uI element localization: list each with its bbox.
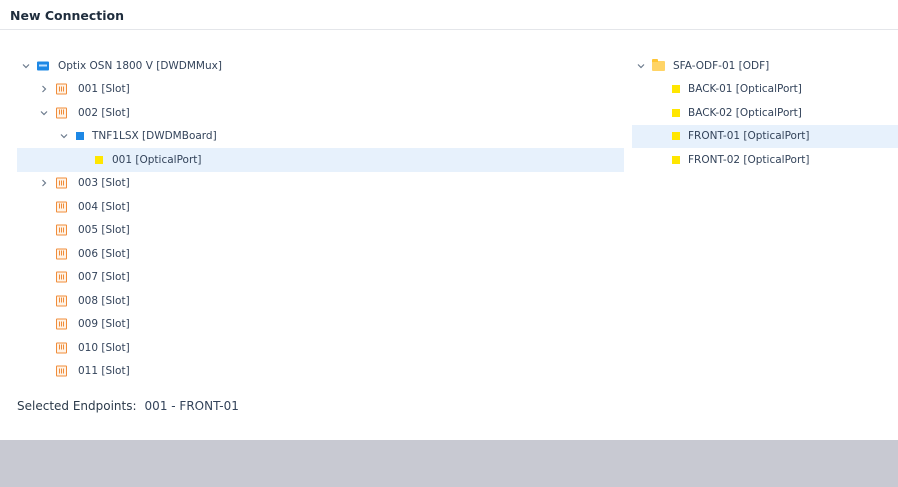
tree-node-slot[interactable]: 010 [Slot] xyxy=(17,336,624,360)
slot-icon xyxy=(56,177,67,189)
slot-icon xyxy=(56,342,67,354)
tree-node-slot[interactable]: 008 [Slot] xyxy=(17,289,624,313)
tree-node-label: 004 [Slot] xyxy=(78,200,130,213)
chevron-down-icon[interactable] xyxy=(39,108,49,118)
tree-node-label: 002 [Slot] xyxy=(78,106,130,119)
port-icon xyxy=(672,155,680,164)
tree-node-slot[interactable]: 005 [Slot] xyxy=(17,219,624,243)
tree-node-label: FRONT-01 [OpticalPort] xyxy=(688,130,810,143)
tree-node-slot[interactable]: 011 [Slot] xyxy=(17,360,624,384)
slot-icon xyxy=(56,271,67,283)
tree-node-slot[interactable]: 006 [Slot] xyxy=(17,242,624,266)
port-icon xyxy=(95,155,103,164)
tree-node-label: 009 [Slot] xyxy=(78,318,130,331)
tree-node-label: 007 [Slot] xyxy=(78,271,130,284)
slot-icon xyxy=(56,248,67,260)
slot-icon xyxy=(56,201,67,213)
tree-node-label: TNF1LSX [DWDMBoard] xyxy=(92,130,217,143)
left-device-tree[interactable]: Optix OSN 1800 V [DWDMMux] 001 [Slot] 00… xyxy=(17,54,624,389)
port-icon xyxy=(672,85,680,94)
tree-node-label: BACK-02 [OpticalPort] xyxy=(688,106,802,119)
tree-node-slot[interactable]: 004 [Slot] xyxy=(17,195,624,219)
tree-node-label: 001 [Slot] xyxy=(78,83,130,96)
selected-endpoints-label: Selected Endpoints: xyxy=(17,399,137,413)
tree-node-label: 008 [Slot] xyxy=(78,294,130,307)
chevron-right-icon[interactable] xyxy=(39,84,49,94)
tree-node-port-selected[interactable]: FRONT-01 [OpticalPort] xyxy=(632,124,898,148)
tree-node-slot[interactable]: 007 [Slot] xyxy=(17,266,624,290)
tree-node-label: 006 [Slot] xyxy=(78,247,130,260)
tree-node-slot-partial[interactable] xyxy=(17,383,624,389)
tree-node-port[interactable]: BACK-02 [OpticalPort] xyxy=(632,101,898,125)
tree-node-slot[interactable]: 009 [Slot] xyxy=(17,313,624,337)
dialog-title: New Connection xyxy=(10,8,125,23)
tree-node-device[interactable]: Optix OSN 1800 V [DWDMMux] xyxy=(17,54,624,78)
tree-node-label: BACK-01 [OpticalPort] xyxy=(688,83,802,96)
tree-node-label: 005 [Slot] xyxy=(78,224,130,237)
right-odf-tree[interactable]: SFA-ODF-01 [ODF] BACK-01 [OpticalPort] B… xyxy=(632,54,898,174)
chevron-down-icon[interactable] xyxy=(59,131,69,141)
port-icon xyxy=(672,108,680,117)
tree-node-label: 001 [OpticalPort] xyxy=(112,153,202,166)
tree-node-port-selected[interactable]: 001 [OpticalPort] xyxy=(17,148,624,172)
selected-endpoints: Selected Endpoints: 001 - FRONT-01 xyxy=(17,399,239,413)
tree-node-odf[interactable]: SFA-ODF-01 [ODF] xyxy=(632,54,898,78)
tree-node-label: FRONT-02 [OpticalPort] xyxy=(688,153,810,166)
tree-node-label: Optix OSN 1800 V [DWDMMux] xyxy=(58,59,222,72)
selected-endpoints-value: 001 - FRONT-01 xyxy=(144,399,239,413)
device-icon xyxy=(37,61,49,71)
board-icon xyxy=(76,132,84,141)
tree-node-board[interactable]: TNF1LSX [DWDMBoard] xyxy=(17,125,624,149)
slot-icon xyxy=(56,107,67,119)
tree-node-port[interactable]: FRONT-02 [OpticalPort] xyxy=(632,148,898,172)
chevron-right-icon[interactable] xyxy=(39,178,49,188)
dialog-footer-bar xyxy=(0,440,898,487)
slot-icon xyxy=(56,224,67,236)
tree-node-label: SFA-ODF-01 [ODF] xyxy=(673,59,770,72)
chevron-down-icon[interactable] xyxy=(21,61,31,71)
slot-icon xyxy=(56,365,67,377)
tree-node-port[interactable]: BACK-01 [OpticalPort] xyxy=(632,78,898,102)
slot-icon xyxy=(56,83,67,95)
tree-node-label: 010 [Slot] xyxy=(78,341,130,354)
tree-node-slot[interactable]: 003 [Slot] xyxy=(17,172,624,196)
slot-icon xyxy=(56,295,67,307)
tree-node-label: 003 [Slot] xyxy=(78,177,130,190)
tree-node-slot[interactable]: 001 [Slot] xyxy=(17,78,624,102)
tree-node-label: 011 [Slot] xyxy=(78,365,130,378)
odf-folder-icon xyxy=(652,58,665,71)
tree-node-slot[interactable]: 002 [Slot] xyxy=(17,101,624,125)
slot-icon xyxy=(56,318,67,330)
chevron-down-icon[interactable] xyxy=(636,61,646,71)
port-icon xyxy=(672,132,680,141)
dialog-title-bar: New Connection xyxy=(0,0,898,30)
